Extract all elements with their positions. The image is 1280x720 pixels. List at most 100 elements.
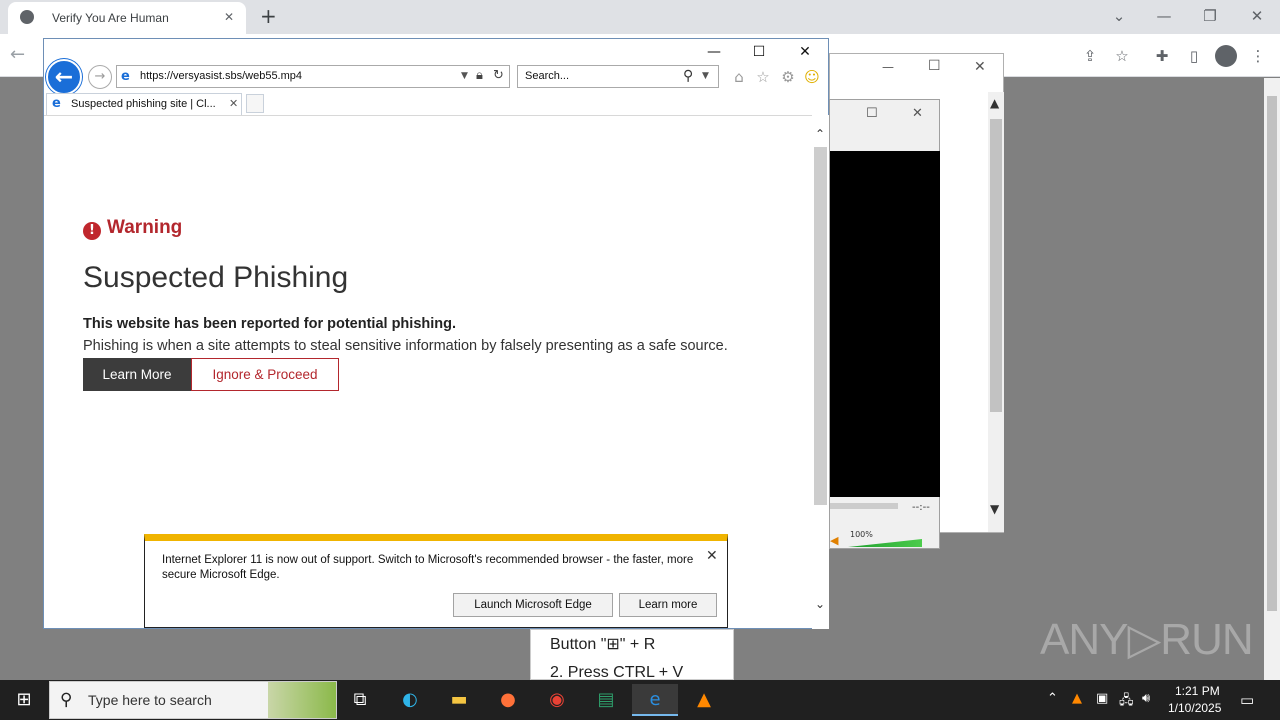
close-icon[interactable]: ✕ <box>229 97 238 110</box>
ignore-proceed-button[interactable]: Ignore & Proceed <box>191 358 339 391</box>
volume-icon[interactable]: 🔊︎ <box>1142 691 1150 706</box>
taskbar-search[interactable]: ⚲ Type here to search <box>49 681 337 719</box>
chrome-close-button[interactable]: ✕ <box>1245 6 1269 26</box>
address-bar[interactable]: e https://versyasist.sbs/web55.mp4 ▼ 🔒︎ … <box>116 65 510 88</box>
warning-label: Warning <box>107 217 183 238</box>
chevron-up-icon[interactable]: ⌃ <box>1047 691 1058 706</box>
globe-icon <box>20 10 34 24</box>
clock-time[interactable]: 1:21 PM <box>1175 684 1220 698</box>
page-title: Suspected Phishing <box>83 261 349 294</box>
scrollbar[interactable]: ▲ ▼ <box>988 92 1004 532</box>
chevron-up-icon[interactable]: ⌃ <box>815 127 825 141</box>
reported-text: This website has been reported for poten… <box>83 316 457 332</box>
star-icon[interactable]: ☆ <box>1111 45 1133 67</box>
instructions-window: Button "⊞" + R 2. Press CTRL + V <box>530 629 734 681</box>
time-display: --:-- <box>912 502 930 513</box>
volume-label: 100% <box>850 530 873 539</box>
chrome-minimize-button[interactable]: — <box>1152 6 1176 26</box>
taskbar: ⊞ ⚲ Type here to search ⧉ ◐ ▬ ● ◉ ▤ e ▲ … <box>0 680 1280 720</box>
device-icon[interactable]: ▣ <box>1096 691 1108 706</box>
share-icon[interactable]: ⇪ <box>1079 45 1101 67</box>
learn-more-button[interactable]: Learn More <box>83 358 191 391</box>
chrome-tab-title: Verify You Are Human <box>52 11 169 25</box>
notification-learn-more-button[interactable]: Learn more <box>619 593 717 617</box>
scrollbar-thumb[interactable] <box>814 147 827 505</box>
new-tab-button[interactable] <box>246 94 264 113</box>
vlc-tray-icon[interactable]: ▲ <box>1072 691 1082 706</box>
scrollbar-thumb[interactable] <box>1267 96 1277 611</box>
speaker-icon[interactable]: ◀ <box>830 534 838 547</box>
home-icon[interactable]: ⌂ <box>728 67 750 87</box>
search-icon: ⚲ <box>60 690 73 710</box>
windows-start-icon[interactable]: ⊞ <box>0 680 48 720</box>
firefox-icon[interactable]: ● <box>485 684 531 716</box>
ie-tab[interactable]: e Suspected phishing site | Cl... ✕ <box>46 93 242 115</box>
maximize-button[interactable]: ☐ <box>928 58 941 74</box>
close-button[interactable]: ✕ <box>974 59 986 75</box>
close-icon[interactable]: ✕ <box>706 548 718 564</box>
volume-slider[interactable] <box>848 539 922 547</box>
chrome-restore-button[interactable]: ❐ <box>1198 6 1222 26</box>
minimize-button[interactable]: — <box>882 60 894 74</box>
url-text: https://versyasist.sbs/web55.mp4 <box>140 70 303 82</box>
close-button[interactable]: ✕ <box>912 106 923 121</box>
gear-icon[interactable]: ⚙ <box>777 67 799 87</box>
ie-page-icon: e <box>52 96 61 111</box>
search-highlight-image <box>268 682 336 718</box>
seek-bar[interactable] <box>830 503 898 509</box>
anyrun-watermark: ANY▷RUN <box>1040 615 1254 664</box>
chrome-tab-bar: Verify You Are Human ✕ + ⌄ — ❐ ✕ <box>0 0 1280 34</box>
task-view-icon[interactable]: ⧉ <box>337 684 383 716</box>
menu-icon[interactable]: ⋮ <box>1247 45 1269 67</box>
ie-minimize-button[interactable]: — <box>702 43 726 61</box>
warning-icon: ! <box>83 222 101 240</box>
internet-explorer-icon[interactable]: e <box>632 684 678 716</box>
back-icon[interactable]: ← <box>10 44 25 65</box>
edge-icon[interactable]: ◐ <box>387 684 433 716</box>
extensions-icon[interactable]: ✚ <box>1151 45 1173 67</box>
vlc-icon[interactable]: ▲ <box>681 684 727 716</box>
close-icon[interactable]: ✕ <box>224 10 234 24</box>
chevron-down-icon[interactable]: ▼ <box>990 502 999 516</box>
ie-tab-title: Suspected phishing site | Cl... <box>71 98 216 110</box>
phishing-description: Phishing is when a site attempts to stea… <box>83 338 728 354</box>
new-tab-button[interactable]: + <box>260 4 277 28</box>
clock-date[interactable]: 1/10/2025 <box>1168 701 1221 715</box>
ie-maximize-button[interactable]: ☐ <box>747 43 771 61</box>
scrollbar[interactable] <box>1264 78 1280 680</box>
instruction-line: Button "⊞" + R <box>550 636 656 653</box>
ie-page-icon: e <box>121 69 130 84</box>
notepad-icon[interactable]: ▤ <box>583 684 629 716</box>
back-button[interactable]: ← <box>46 59 82 95</box>
tab-search-icon[interactable]: ⌄ <box>1107 6 1131 26</box>
launch-edge-button[interactable]: Launch Microsoft Edge <box>453 593 613 617</box>
scrollbar-thumb[interactable] <box>990 119 1002 412</box>
ie-support-notification: Internet Explorer 11 is now out of suppo… <box>144 534 728 628</box>
file-explorer-icon[interactable]: ▬ <box>436 684 482 716</box>
dropdown-icon[interactable]: ▼ <box>461 71 468 81</box>
search-placeholder: Type here to search <box>88 692 212 708</box>
dropdown-icon[interactable]: ▼ <box>702 71 709 81</box>
chrome-icon[interactable]: ◉ <box>534 684 580 716</box>
smiley-icon[interactable]: ☺ <box>801 67 823 87</box>
chevron-down-icon[interactable]: ⌄ <box>815 597 825 611</box>
notification-text: Internet Explorer 11 is now out of suppo… <box>162 554 694 581</box>
maximize-button[interactable]: ☐ <box>866 106 878 121</box>
side-panel-icon[interactable]: ▯ <box>1183 45 1205 67</box>
forward-button[interactable]: → <box>88 65 112 89</box>
refresh-icon[interactable]: ↻ <box>493 68 504 83</box>
media-player-window: ☐ ✕ --:-- ◀ 100% <box>829 99 940 549</box>
profile-icon[interactable] <box>1215 45 1237 67</box>
network-icon[interactable]: 🖧︎ <box>1119 691 1134 713</box>
favorites-icon[interactable]: ☆ <box>752 67 774 87</box>
video-area[interactable] <box>830 151 940 497</box>
chevron-up-icon[interactable]: ▲ <box>990 96 999 110</box>
search-box[interactable]: Search... ⚲ ▼ <box>517 65 719 88</box>
ie-close-button[interactable]: ✕ <box>793 43 817 61</box>
search-icon[interactable]: ⚲ <box>683 68 693 84</box>
lock-icon[interactable]: 🔒︎ <box>476 68 483 83</box>
notification-center-icon[interactable]: ▭ <box>1240 691 1254 709</box>
scrollbar[interactable]: ⌃ ⌄ <box>812 115 829 629</box>
search-placeholder: Search... <box>525 70 570 82</box>
chrome-tab[interactable]: Verify You Are Human ✕ <box>8 2 246 34</box>
